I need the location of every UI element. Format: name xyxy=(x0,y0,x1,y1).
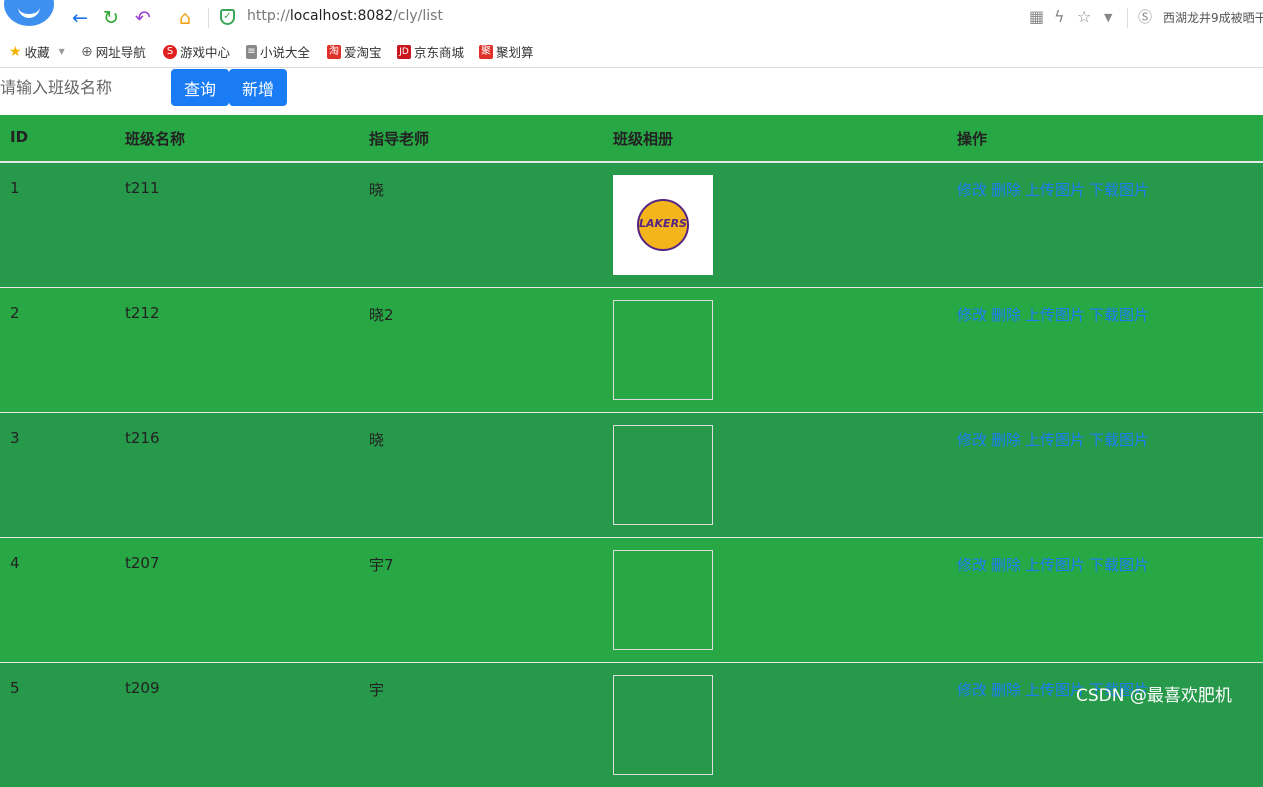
class-table: ID 班级名称 指导老师 班级相册 操作 1 t211 晓 LAKERS 修改 删除 上传图… xyxy=(0,115,1263,787)
bookmark-jd[interactable]: JD 京东商城 xyxy=(397,42,464,61)
bookmark-favorites[interactable]: ★ 收藏 ▼ xyxy=(9,42,65,61)
table-row: 2 t212 晓2 修改 删除 上传图片 下载图片 xyxy=(0,287,1263,412)
cell-album xyxy=(603,537,947,662)
broken-image-icon xyxy=(613,299,713,400)
browser-logo-icon xyxy=(4,0,54,26)
header-actions: 操作 xyxy=(947,115,1263,163)
jd-icon: JD xyxy=(397,44,411,59)
cell-id: 3 xyxy=(10,428,20,447)
table-row: 4 t207 宇7 修改 删除 上传图片 下载图片 xyxy=(0,537,1263,662)
edit-link[interactable]: 修改 xyxy=(957,681,987,699)
upload-image-link[interactable]: 上传图片 xyxy=(1025,556,1085,574)
delete-link[interactable]: 删除 xyxy=(991,181,1021,199)
delete-link[interactable]: 删除 xyxy=(991,681,1021,699)
cell-actions: 修改 删除 上传图片 下载图片 xyxy=(947,412,1263,537)
cell-teacher: 宇7 xyxy=(369,555,394,574)
toolbar-divider xyxy=(1127,8,1128,28)
book-icon: ≡ xyxy=(246,44,257,59)
address-bar[interactable]: http://localhost:8082/cly/list xyxy=(247,8,443,24)
cell-actions: 修改 删除 上传图片 下载图片 xyxy=(947,162,1263,287)
edit-link[interactable]: 修改 xyxy=(957,556,987,574)
cell-album xyxy=(603,662,947,787)
cell-id: 5 xyxy=(10,678,20,697)
upload-image-link[interactable]: 上传图片 xyxy=(1025,431,1085,449)
toolbar-divider xyxy=(208,8,209,28)
edit-link[interactable]: 修改 xyxy=(957,431,987,449)
header-album: 班级相册 xyxy=(603,115,947,163)
cell-actions: 修改 删除 上传图片 下载图片 xyxy=(947,537,1263,662)
table-row: 5 t209 宇修改 删除 上传图片 下载图片 xyxy=(0,662,1263,787)
download-image-link[interactable]: 下载图片 xyxy=(1089,431,1149,449)
cell-album: LAKERS xyxy=(603,162,947,287)
lightning-icon[interactable]: ϟ xyxy=(1054,7,1065,26)
bookmark-games[interactable]: S 游戏中心 xyxy=(163,42,230,61)
cell-class-name: t207 xyxy=(125,553,160,572)
secure-shield-icon[interactable]: ✓ xyxy=(220,9,235,25)
download-image-link[interactable]: 下载图片 xyxy=(1089,181,1149,199)
header-class-name: 班级名称 xyxy=(115,115,359,163)
cell-class-name: t216 xyxy=(125,428,160,447)
bookmark-juhuasuan[interactable]: 聚聚划算 xyxy=(479,42,534,61)
edit-link[interactable]: 修改 xyxy=(957,306,987,324)
cell-class-name: t209 xyxy=(125,678,160,697)
cell-album xyxy=(603,412,947,537)
header-teacher: 指导老师 xyxy=(359,115,603,163)
upload-image-link[interactable]: 上传图片 xyxy=(1025,181,1085,199)
cell-teacher: 晓 xyxy=(369,430,385,449)
home-icon[interactable]: ⌂ xyxy=(174,7,196,29)
bookmarks-bar: ★ 收藏 ▼ ⊕ 网址导航 S 游戏中心 ≡ 小说大全 淘爱淘宝 JD 京东商城 聚聚划算 xyxy=(0,35,1263,68)
delete-link[interactable]: 删除 xyxy=(991,306,1021,324)
globe-icon: ⊕ xyxy=(81,43,93,60)
qr-code-icon[interactable]: ▦ xyxy=(1029,7,1044,26)
class-name-search-input[interactable] xyxy=(0,68,170,106)
delete-link[interactable]: 删除 xyxy=(991,431,1021,449)
cell-teacher: 晓 xyxy=(369,181,385,199)
chevron-down-icon: ▼ xyxy=(58,47,65,56)
delete-link[interactable]: 删除 xyxy=(991,556,1021,574)
star-outline-icon[interactable]: ☆ xyxy=(1077,7,1091,26)
upload-image-link[interactable]: 上传图片 xyxy=(1025,306,1085,324)
bookmark-nav[interactable]: ⊕ 网址导航 xyxy=(81,42,146,61)
juhuasuan-icon: 聚 xyxy=(479,44,493,59)
cell-class-name: t211 xyxy=(125,179,160,197)
add-button[interactable]: 新增 xyxy=(229,69,287,106)
undo-icon[interactable]: ↶ xyxy=(132,7,154,29)
refresh-icon[interactable]: ↻ xyxy=(100,7,122,29)
cell-class-name: t212 xyxy=(125,303,160,322)
cell-album xyxy=(603,287,947,412)
bookmark-taobao[interactable]: 淘爱淘宝 xyxy=(327,42,382,61)
lakers-logo-icon: LAKERS xyxy=(637,199,689,251)
chevron-down-icon[interactable]: ▼ xyxy=(1104,11,1112,24)
browser-toolbar: ← ↻ ↶ ⌂ ✓ http://localhost:8082/cly/list… xyxy=(0,0,1263,34)
broken-image-icon xyxy=(613,549,713,650)
table-header-row: ID 班级名称 指导老师 班级相册 操作 xyxy=(0,115,1263,163)
back-arrow-icon[interactable]: ← xyxy=(69,7,91,29)
bookmark-novels[interactable]: ≡ 小说大全 xyxy=(246,42,310,61)
cell-teacher: 晓2 xyxy=(369,305,394,324)
cell-actions: 修改 删除 上传图片 下载图片 xyxy=(947,287,1263,412)
cell-id: 2 xyxy=(10,303,20,322)
edit-link[interactable]: 修改 xyxy=(957,181,987,199)
table-row: 3 t216 晓 修改 删除 上传图片 下载图片 xyxy=(0,412,1263,537)
watermark: CSDN @最喜欢肥机 xyxy=(1076,686,1232,706)
cell-teacher: 宇 xyxy=(369,680,385,699)
lakers-logo-text: LAKERS xyxy=(639,217,687,230)
class-photo: LAKERS xyxy=(613,175,713,275)
broken-image-icon xyxy=(613,424,713,525)
query-button[interactable]: 查询 xyxy=(171,69,229,106)
taobao-icon: 淘 xyxy=(327,44,341,59)
sogou-icon: Ⓢ xyxy=(1138,10,1152,26)
cell-id: 4 xyxy=(10,553,20,572)
news-ticker[interactable]: 西湖龙井9成被晒干 xyxy=(1163,9,1263,26)
broken-image-icon xyxy=(613,674,713,775)
header-id: ID xyxy=(0,115,115,163)
game-icon: S xyxy=(163,44,177,59)
star-icon: ★ xyxy=(9,43,22,60)
table-row: 1 t211 晓 LAKERS 修改 删除 上传图片 下载图片 xyxy=(0,162,1263,287)
download-image-link[interactable]: 下载图片 xyxy=(1089,306,1149,324)
cell-id: 1 xyxy=(10,179,20,197)
download-image-link[interactable]: 下载图片 xyxy=(1089,556,1149,574)
